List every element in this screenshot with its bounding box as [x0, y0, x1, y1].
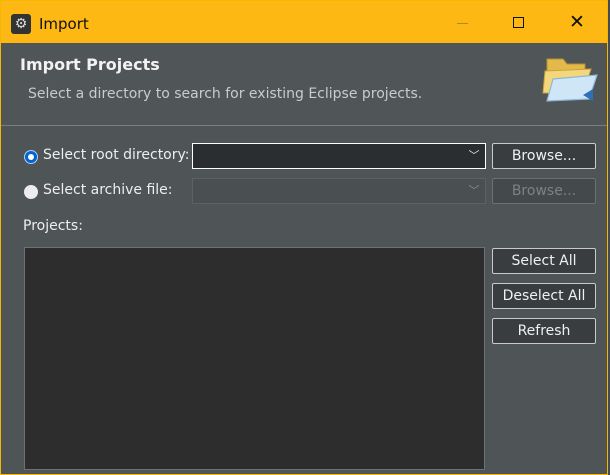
close-button[interactable]: ✕ [554, 1, 600, 43]
import-dialog: ⚙ Import ✕ Import Projects Select a dire… [0, 0, 608, 475]
archive-file-combo: ﹀ [192, 178, 486, 204]
eclipse-gear-icon: ⚙ [11, 14, 31, 34]
chevron-down-icon[interactable]: ﹀ [467, 147, 481, 165]
page-description: Select a directory to search for existin… [28, 86, 423, 102]
archive-file-radio[interactable] [24, 185, 38, 199]
projects-label: Projects: [23, 218, 83, 234]
root-directory-label: Select root directory: [43, 147, 190, 163]
minimize-icon [456, 22, 468, 24]
archive-file-label: Select archive file: [43, 182, 173, 198]
browse-root-button[interactable]: Browse... [492, 143, 596, 169]
projects-list[interactable] [24, 247, 485, 470]
browse-archive-button: Browse... [492, 178, 596, 204]
maximize-button[interactable] [495, 1, 541, 43]
chevron-down-icon: ﹀ [468, 184, 480, 197]
deselect-all-button[interactable]: Deselect All [492, 283, 596, 309]
title-bar[interactable]: ⚙ Import ✕ [1, 1, 607, 43]
root-directory-combo[interactable]: ﹀ [192, 143, 486, 169]
minimize-button[interactable] [439, 1, 485, 43]
root-directory-radio[interactable] [24, 150, 38, 164]
page-title: Import Projects [20, 55, 160, 74]
close-icon: ✕ [569, 11, 585, 33]
folder-import-icon [542, 58, 598, 102]
maximize-icon [512, 16, 524, 28]
window-title: Import [39, 15, 89, 33]
select-all-button[interactable]: Select All [492, 248, 596, 274]
refresh-button[interactable]: Refresh [492, 318, 596, 344]
wizard-banner: Import Projects Select a directory to se… [1, 43, 607, 126]
